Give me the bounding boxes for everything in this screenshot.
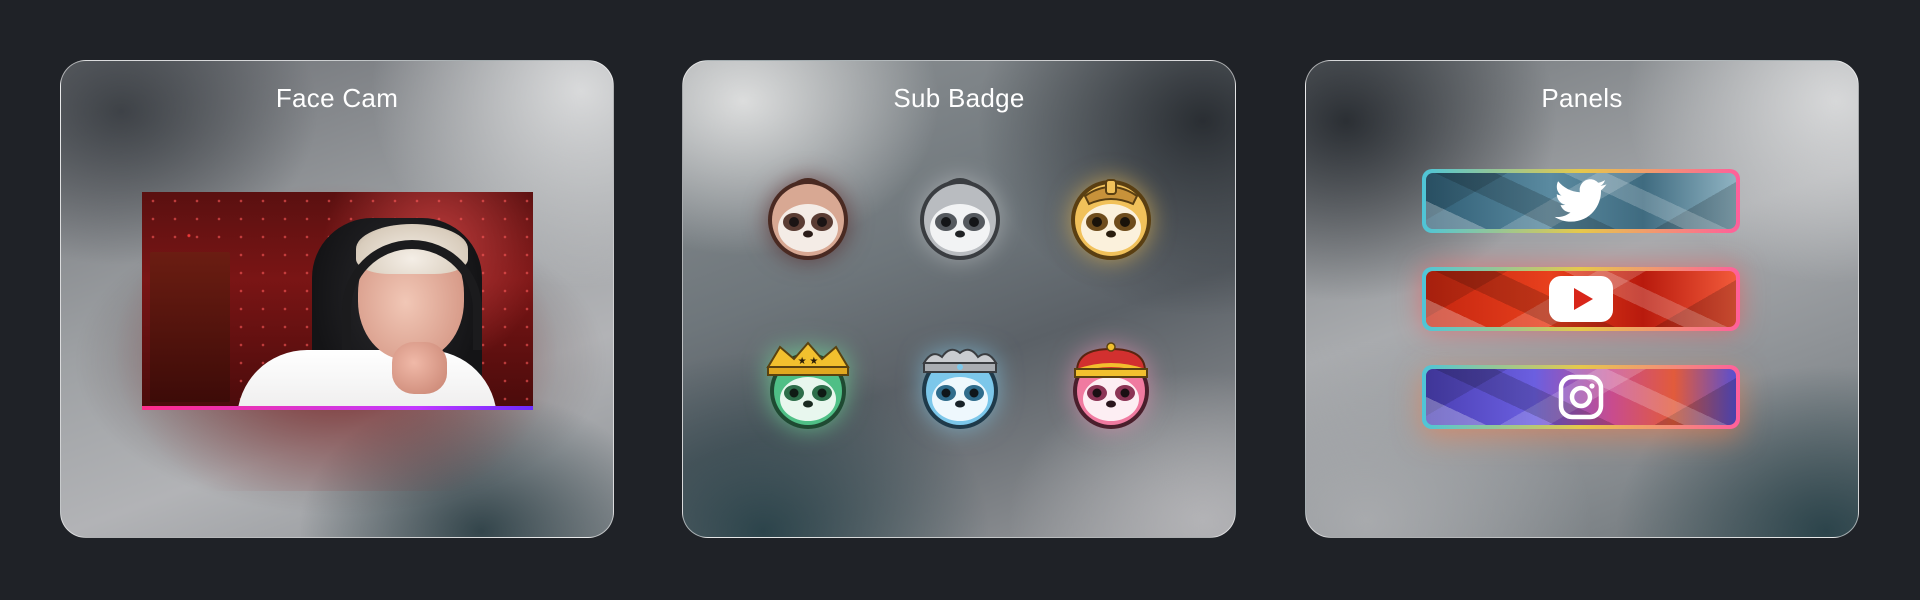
instagram-icon — [1558, 374, 1604, 420]
youtube-panel-background — [1426, 271, 1736, 327]
sloth-badge-blue-crown-icon[interactable] — [916, 341, 1004, 429]
sloth-badge-bronze-icon[interactable] — [764, 174, 852, 262]
twitter-icon — [1554, 179, 1607, 222]
sloth-badge-green-crown-icon[interactable]: ★ ★ — [764, 341, 852, 429]
sloth-badge-gold-icon[interactable] — [1067, 174, 1155, 262]
person-shirt — [237, 350, 497, 410]
sloth-badge-silver-icon[interactable] — [916, 174, 1004, 262]
sloth-badge-pink-crown-icon[interactable] — [1067, 341, 1155, 429]
subbadge-card[interactable]: Sub Badge ★ ★ — [682, 60, 1236, 538]
youtube-icon — [1549, 276, 1613, 322]
subbadge-title: Sub Badge — [893, 83, 1025, 113]
facecam-accent-bar — [142, 406, 533, 410]
facecam-card[interactable]: Face Cam — [60, 60, 614, 538]
instagram-panel-background — [1426, 369, 1736, 425]
youtube-panel-button[interactable] — [1422, 267, 1740, 331]
person-hand — [392, 342, 447, 394]
twitter-panel-button[interactable] — [1422, 169, 1740, 233]
facecam-title: Face Cam — [275, 83, 399, 113]
facecam-preview — [142, 192, 533, 410]
panels-title: Panels — [1541, 83, 1623, 113]
svg-text:★ ★: ★ ★ — [798, 356, 819, 367]
dresser — [150, 252, 230, 402]
twitter-panel-background — [1426, 173, 1736, 229]
instagram-panel-button[interactable] — [1422, 365, 1740, 429]
panels-card[interactable]: Panels — [1305, 60, 1859, 538]
